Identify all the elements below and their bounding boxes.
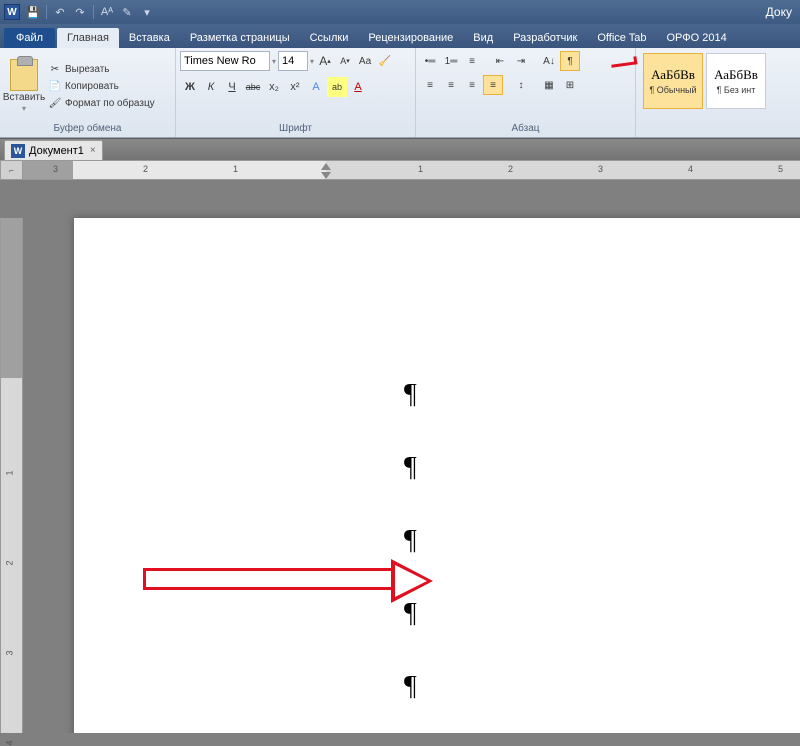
pilcrow-mark: ¶	[404, 452, 417, 484]
multilevel-list-button[interactable]: ≡	[462, 51, 482, 71]
style-preview: АаБбВв	[714, 67, 758, 83]
format-painter-button[interactable]: 🖌 Формат по образцу	[46, 95, 157, 111]
tab-home[interactable]: Главная	[57, 28, 119, 48]
ruler-corner[interactable]: ⌐	[0, 160, 23, 180]
align-center-button[interactable]: ≡	[441, 75, 461, 95]
grow-font-button[interactable]: A▴	[316, 51, 334, 71]
numbering-button[interactable]: 1═	[441, 51, 461, 71]
strikethrough-button[interactable]: abc	[243, 77, 263, 97]
separator	[93, 5, 94, 19]
font-size-selector[interactable]: 14	[278, 51, 308, 71]
borders-button[interactable]: ⊞	[560, 75, 580, 95]
superscript-button[interactable]: x²	[285, 77, 305, 97]
copy-label: Копировать	[65, 81, 119, 92]
bullets-button[interactable]: •═	[420, 51, 440, 71]
document-tab-label: Документ1	[29, 145, 84, 157]
tab-page-layout[interactable]: Разметка страницы	[180, 28, 300, 48]
quick-access-toolbar: 💾 ↶ ↷ Aᴬ ✎ ▾	[24, 3, 156, 21]
line-spacing-button[interactable]: ↕	[511, 75, 531, 95]
style-normal[interactable]: АаБбВв ¶ Обычный	[643, 53, 703, 109]
document-tab[interactable]: W Документ1 ×	[4, 140, 103, 160]
document-page[interactable]: ¶ ¶ ¶ ¶ ¶	[74, 218, 800, 733]
change-case-button[interactable]: Aa	[356, 51, 374, 71]
word-doc-icon: W	[11, 144, 25, 158]
pilcrow-mark: ¶	[404, 379, 417, 411]
file-tab[interactable]: Файл	[4, 28, 55, 48]
first-line-indent-marker[interactable]	[321, 163, 331, 170]
cut-label: Вырезать	[65, 64, 109, 75]
tab-orfo[interactable]: ОРФО 2014	[656, 28, 736, 48]
separator	[46, 5, 47, 19]
increase-indent-button[interactable]: ⇥	[511, 51, 531, 71]
shrink-font-button[interactable]: A▾	[336, 51, 354, 71]
align-left-button[interactable]: ≡	[420, 75, 440, 95]
italic-button[interactable]: К	[201, 77, 221, 97]
brush-icon: 🖌	[48, 96, 62, 110]
justify-button[interactable]: ≡	[483, 75, 503, 95]
paragraph-group-label: Абзац	[420, 122, 631, 135]
paste-button[interactable]: Вставить ▾	[4, 50, 44, 122]
arrow-annotation	[143, 568, 433, 594]
app-icon: W	[4, 4, 20, 20]
tab-developer[interactable]: Разработчик	[503, 28, 587, 48]
save-icon[interactable]: 💾	[24, 3, 42, 21]
brush-qat-icon[interactable]: ✎	[118, 3, 136, 21]
style-no-spacing[interactable]: АаБбВв ¶ Без инт	[706, 53, 766, 109]
ribbon-tabs: Файл Главная Вставка Разметка страницы С…	[0, 24, 800, 48]
tab-insert[interactable]: Вставка	[119, 28, 180, 48]
bold-button[interactable]: Ж	[180, 77, 200, 97]
align-right-button[interactable]: ≡	[462, 75, 482, 95]
tab-references[interactable]: Ссылки	[300, 28, 359, 48]
v-ruler-spacer: 1 2 3 4	[0, 180, 23, 733]
scissors-icon: ✂	[48, 62, 62, 76]
copy-button[interactable]: 📄 Копировать	[46, 78, 157, 94]
text-effects-button[interactable]: A	[306, 77, 326, 97]
format-painter-label: Формат по образцу	[65, 98, 155, 109]
title-bar: W 💾 ↶ ↷ Aᴬ ✎ ▾ Доку	[0, 0, 800, 24]
clipboard-group: Вставить ▾ ✂ Вырезать 📄 Копировать 🖌 Фор…	[0, 48, 176, 137]
paragraph-group: •═ 1═ ≡ ⇤ ⇥ A↓ ¶ ≡ ≡ ≡ ≡ ↕	[416, 48, 636, 137]
show-pilcrow-button[interactable]: ¶	[560, 51, 580, 71]
highlight-button[interactable]: ab	[327, 77, 347, 97]
hanging-indent-marker[interactable]	[321, 172, 331, 179]
document-tabs-bar: W Документ1 ×	[0, 138, 800, 160]
style-preview: АаБбВв	[651, 67, 695, 83]
workspace: 1 2 3 4 ¶ ¶ ¶ ¶ ¶	[0, 180, 800, 733]
document-area[interactable]: ¶ ¶ ¶ ¶ ¶	[23, 180, 800, 733]
tab-view[interactable]: Вид	[463, 28, 503, 48]
paste-icon	[10, 59, 38, 91]
qat-dropdown-icon[interactable]: ▾	[138, 3, 156, 21]
tab-review[interactable]: Рецензирование	[358, 28, 463, 48]
horizontal-ruler-area: ⌐ 3 2 1 1 2 3 4 5	[0, 160, 800, 180]
underline-button[interactable]: Ч	[222, 77, 242, 97]
tab-office-tab[interactable]: Office Tab	[587, 28, 656, 48]
font-color-button[interactable]: A	[348, 77, 368, 97]
undo-icon[interactable]: ↶	[51, 3, 69, 21]
ribbon: Вставить ▾ ✂ Вырезать 📄 Копировать 🖌 Фор…	[0, 48, 800, 138]
style-name-label: ¶ Обычный	[649, 85, 696, 95]
annotation-underline	[611, 56, 638, 68]
font-group: Times New Ro ▾ 14 ▾ A▴ A▾ Aa 🧹 Ж К Ч abc…	[176, 48, 416, 137]
copy-icon: 📄	[48, 79, 62, 93]
shading-button[interactable]: ▦	[539, 75, 559, 95]
close-tab-icon[interactable]: ×	[90, 145, 96, 156]
styles-group: АаБбВв ¶ Обычный АаБбВв ¶ Без инт	[636, 48, 773, 137]
pilcrow-mark: ¶	[404, 671, 417, 703]
window-title: Доку	[766, 5, 796, 19]
clear-formatting-button[interactable]: 🧹	[376, 51, 394, 71]
paste-label: Вставить	[3, 92, 45, 103]
font-group-label: Шрифт	[180, 122, 411, 135]
redo-icon[interactable]: ↷	[71, 3, 89, 21]
font-qat-icon[interactable]: Aᴬ	[98, 3, 116, 21]
vertical-ruler[interactable]: 1 2 3 4	[0, 218, 23, 733]
font-name-selector[interactable]: Times New Ro	[180, 51, 270, 71]
decrease-indent-button[interactable]: ⇤	[490, 51, 510, 71]
pilcrow-mark: ¶	[404, 525, 417, 557]
horizontal-ruler[interactable]: 3 2 1 1 2 3 4 5	[23, 160, 800, 180]
sort-button[interactable]: A↓	[539, 51, 559, 71]
clipboard-group-label: Буфер обмена	[4, 122, 171, 135]
subscript-button[interactable]: x₂	[264, 77, 284, 97]
style-name-label: ¶ Без инт	[717, 85, 756, 95]
cut-button[interactable]: ✂ Вырезать	[46, 61, 157, 77]
